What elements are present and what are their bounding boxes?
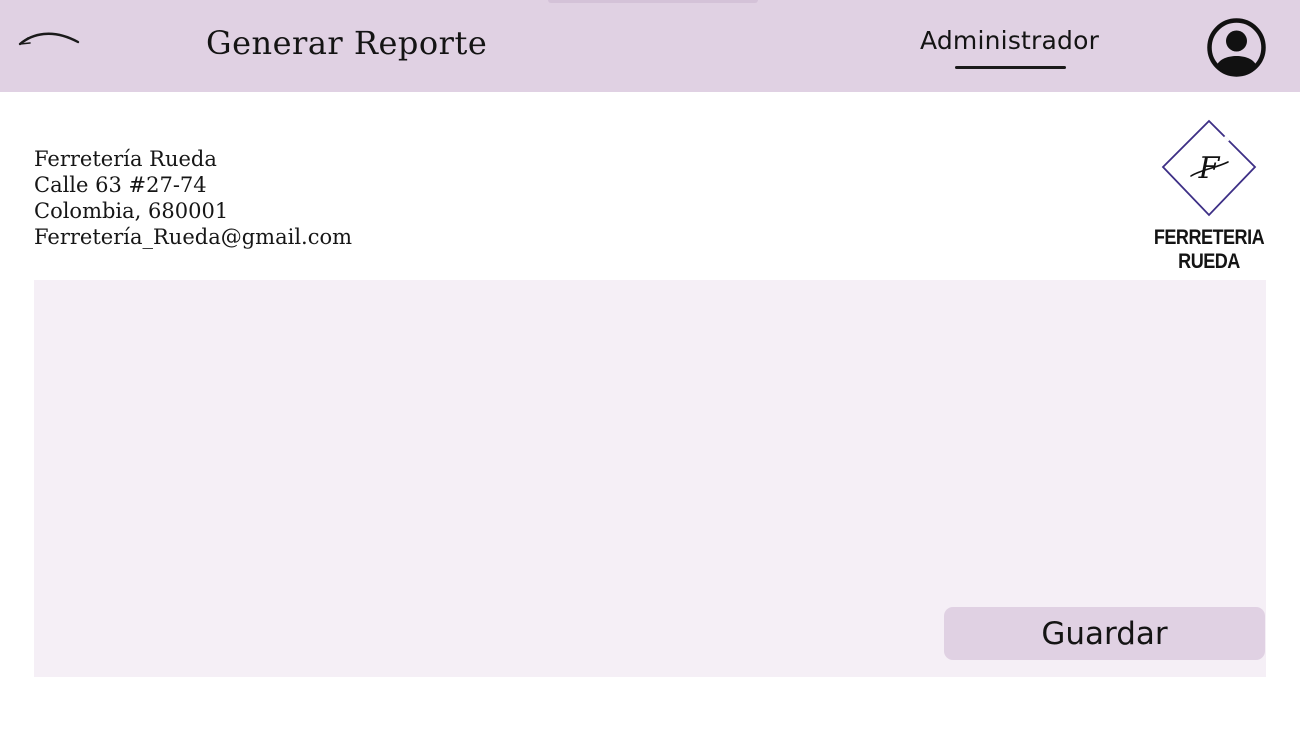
page-title: Generar Reporte bbox=[206, 24, 488, 62]
company-info: Ferretería Rueda Calle 63 #27-74 Colombi… bbox=[34, 146, 352, 250]
company-name: Ferretería Rueda bbox=[34, 147, 217, 171]
top-bar: Generar Reporte Administrador bbox=[0, 0, 1300, 92]
company-city: Colombia, 680001 bbox=[34, 199, 229, 223]
user-avatar-icon bbox=[1207, 18, 1266, 77]
role-tab-administrador[interactable]: Administrador bbox=[920, 26, 1100, 74]
company-address: Calle 63 #27-74 bbox=[34, 173, 207, 197]
save-button[interactable]: Guardar bbox=[944, 607, 1265, 660]
brand-name: FERRETERIA RUEDA bbox=[1153, 226, 1265, 273]
back-arrow-icon bbox=[18, 32, 80, 46]
role-active-underline bbox=[955, 66, 1066, 69]
back-button[interactable] bbox=[12, 20, 86, 54]
brand-diamond-logo: F bbox=[1161, 119, 1257, 217]
brand-logo: F FERRETERIA RUEDA bbox=[1124, 118, 1294, 273]
role-label: Administrador bbox=[920, 26, 1100, 55]
user-avatar-button[interactable] bbox=[1206, 17, 1267, 78]
top-bar-notch bbox=[548, 0, 758, 3]
company-email: Ferretería_Rueda@gmail.com bbox=[34, 225, 353, 249]
